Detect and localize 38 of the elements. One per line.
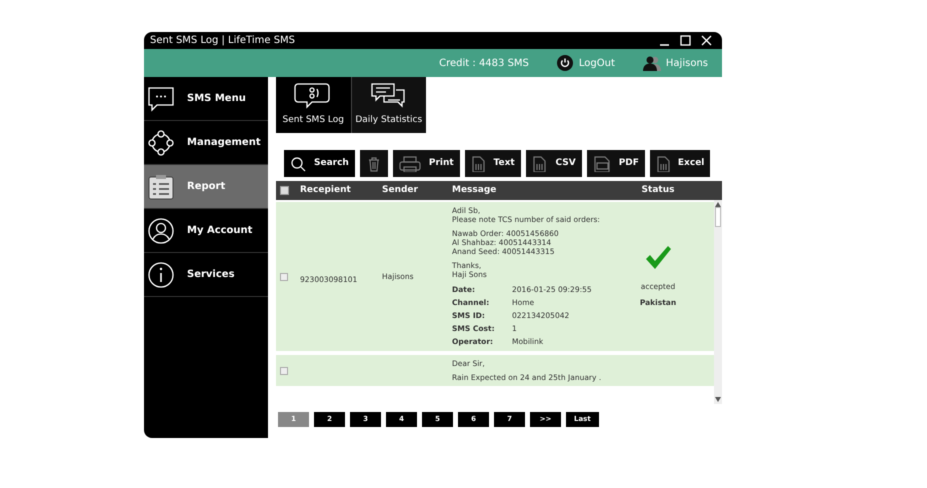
user-circle-icon: [147, 216, 175, 244]
maximize-icon[interactable]: [680, 35, 691, 46]
scrollbar-thumb[interactable]: [715, 207, 721, 227]
search-icon: [290, 156, 306, 172]
select-all-checkbox[interactable]: [280, 186, 289, 195]
toolbar-button[interactable]: CSV: [526, 150, 582, 177]
row-checkbox[interactable]: [280, 272, 288, 280]
chat-bubble-icon: [147, 84, 175, 112]
pdf-file-icon: [592, 156, 611, 172]
document-icon: [656, 156, 670, 172]
close-icon[interactable]: [701, 35, 712, 46]
toolbar-button[interactable]: Search: [284, 150, 355, 177]
document-icon: [470, 156, 485, 172]
toolbar-button[interactable]: Print: [392, 150, 460, 177]
column-header: Recepient: [300, 184, 352, 197]
scrollbar[interactable]: [714, 200, 722, 404]
document-icon: [532, 156, 546, 172]
toolbar-button[interactable]: Text: [464, 150, 521, 177]
scroll-down-icon[interactable]: [715, 397, 721, 402]
row-checkbox[interactable]: [280, 366, 288, 374]
credit-text: Credit : 4483 SMS: [439, 56, 529, 70]
sidebar-item[interactable]: Report: [144, 165, 268, 209]
power-icon[interactable]: [556, 55, 573, 71]
info-circle-icon: [147, 260, 175, 288]
printer-icon: [398, 156, 421, 172]
report-tab[interactable]: Daily Statistics: [350, 77, 426, 133]
clipboard-checklist-icon: [147, 172, 175, 200]
column-header: Message: [452, 184, 498, 197]
toolbar-button[interactable]: PDF: [586, 150, 645, 177]
window-title: Sent SMS Log | LifeTime SMS: [150, 34, 296, 48]
column-header: Status: [640, 184, 676, 197]
table-row[interactable]: [276, 202, 714, 351]
column-header: Sender: [382, 184, 419, 197]
users-icon: [642, 55, 661, 71]
people-network-icon: [147, 128, 175, 156]
toolbar-button[interactable]: Excel: [650, 150, 710, 177]
speech-bubble-icon: [294, 82, 332, 110]
delete-button[interactable]: [360, 150, 388, 177]
